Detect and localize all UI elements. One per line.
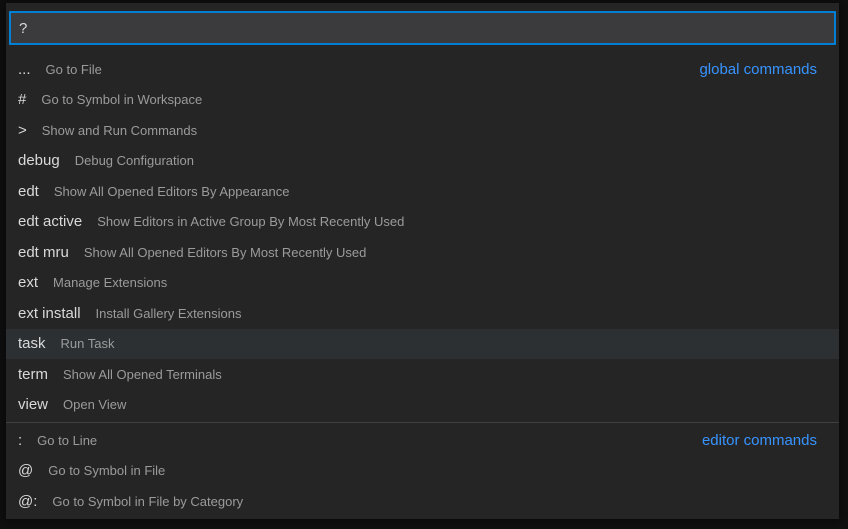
quickpick-item[interactable]: edt active Show Editors in Active Group … — [6, 207, 839, 238]
item-prefix-label: ext install — [18, 305, 81, 322]
quickpick-item[interactable]: term Show All Opened Terminals — [6, 359, 839, 390]
item-prefix-label: debug — [18, 152, 60, 169]
quickpick-item[interactable]: task Run Task — [6, 329, 839, 360]
item-description: Open View — [63, 397, 126, 412]
quick-input-widget: ... Go to File global commands # Go to S… — [6, 3, 839, 519]
quickpick-item[interactable]: ... Go to File global commands — [6, 54, 839, 85]
quickpick-item[interactable]: ext install Install Gallery Extensions — [6, 298, 839, 329]
item-prefix-label: > — [18, 122, 27, 139]
item-description: Show and Run Commands — [42, 123, 197, 138]
item-description: Show All Opened Editors By Most Recently… — [84, 245, 367, 260]
item-prefix-label: # — [18, 91, 26, 108]
item-description: Go to Line — [37, 433, 97, 448]
item-prefix-label: ... — [18, 61, 31, 78]
item-prefix-label: edt mru — [18, 244, 69, 261]
item-description: Go to Symbol in File by Category — [52, 494, 243, 509]
item-prefix-label: task — [18, 335, 46, 352]
item-prefix-label: edt active — [18, 213, 82, 230]
item-description: Debug Configuration — [75, 153, 194, 168]
quickpick-item[interactable]: > Show and Run Commands — [6, 115, 839, 146]
quickpick-item[interactable]: edt Show All Opened Editors By Appearanc… — [6, 176, 839, 207]
item-description: Show All Opened Terminals — [63, 367, 222, 382]
quickpick-item[interactable]: @ Go to Symbol in File — [6, 456, 839, 487]
editor-background: { "palette": { "outer_bg": "#101010", "w… — [0, 0, 848, 529]
group-label: editor commands — [702, 432, 817, 449]
item-description: Run Task — [61, 336, 115, 351]
quickpick-list: ... Go to File global commands # Go to S… — [6, 54, 839, 517]
item-description: Show Editors in Active Group By Most Rec… — [97, 214, 404, 229]
quickpick-item[interactable]: @: Go to Symbol in File by Category — [6, 486, 839, 517]
group-separator — [6, 422, 839, 423]
quickpick-item[interactable]: : Go to Line editor commands — [6, 425, 839, 456]
quickpick-item[interactable]: # Go to Symbol in Workspace — [6, 85, 839, 116]
item-prefix-label: ext — [18, 274, 38, 291]
item-prefix-label: view — [18, 396, 48, 413]
item-prefix-label: @ — [18, 462, 33, 479]
quickpick-item[interactable]: ext Manage Extensions — [6, 268, 839, 299]
quickpick-item[interactable]: debug Debug Configuration — [6, 146, 839, 177]
item-description: Go to Symbol in Workspace — [41, 92, 202, 107]
item-description: Install Gallery Extensions — [96, 306, 242, 321]
item-prefix-label: : — [18, 432, 22, 449]
group-label: global commands — [699, 61, 817, 78]
item-prefix-label: term — [18, 366, 48, 383]
item-prefix-label: edt — [18, 183, 39, 200]
item-description: Show All Opened Editors By Appearance — [54, 184, 290, 199]
quick-input-box-container — [9, 11, 836, 45]
item-prefix-label: @: — [18, 493, 37, 510]
quickpick-item[interactable]: edt mru Show All Opened Editors By Most … — [6, 237, 839, 268]
quick-input-field[interactable] — [9, 11, 836, 45]
quickpick-item[interactable]: view Open View — [6, 390, 839, 421]
item-description: Go to Symbol in File — [48, 463, 165, 478]
item-description: Go to File — [46, 62, 102, 77]
item-description: Manage Extensions — [53, 275, 167, 290]
